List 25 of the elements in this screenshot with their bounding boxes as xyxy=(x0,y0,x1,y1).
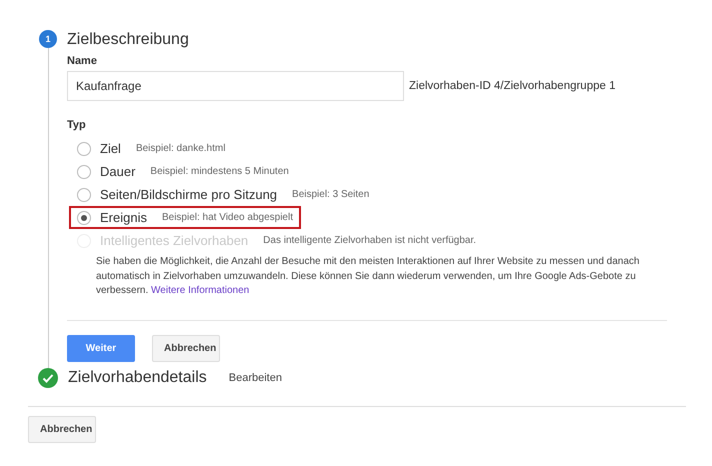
option-label: Seiten/Bildschirme pro Sitzung xyxy=(100,187,278,202)
radio-button[interactable] xyxy=(77,210,91,224)
radio-button[interactable] xyxy=(77,164,91,178)
step-title: Zielvorhabendetails xyxy=(68,368,207,386)
field-label: Name xyxy=(67,55,98,67)
cancel-button[interactable]: Abbrechen xyxy=(152,334,220,362)
field-label: Typ xyxy=(67,119,87,131)
option-label: Ereignis xyxy=(100,210,147,225)
cancel-button[interactable]: Abbrechen xyxy=(28,416,96,442)
description-text: Sie haben die Möglichkeit, die Anzahl der Besuche mit den meisten Interaktionen auf Ihrer Website zu messen und danach automatisch in Zielvorhaben umzuwandeln. Diese können Sie dann wiederum verwenden, um Ihre Google Ads-Gebote zu verbessern. Weitere Informationen xyxy=(96,255,640,298)
radio-button[interactable] xyxy=(77,188,91,202)
option-example: Beispiel: mindestens 5 Minuten xyxy=(150,166,289,177)
step-title: Zielbeschreibung xyxy=(67,31,190,49)
edit-link[interactable]: Bearbeiten xyxy=(228,372,282,384)
option-label: Dauer xyxy=(100,164,136,179)
more-info-link[interactable]: Weitere Informationen xyxy=(151,285,250,296)
option-example: Beispiel: hat Video abgespielt xyxy=(162,212,293,223)
step-number: 1 xyxy=(39,30,57,48)
name-input[interactable]: Kaufanfrage xyxy=(67,71,404,101)
radio-button[interactable] xyxy=(77,142,91,156)
goal-id-text: Zielvorhaben-ID 4/Zielvorhabengruppe 1 xyxy=(409,80,616,92)
option-example: Beispiel: danke.html xyxy=(136,143,226,154)
option-label: Ziel xyxy=(100,141,121,156)
option-example: Beispiel: 3 Seiten xyxy=(292,189,370,200)
option-example: Das intelligente Zielvorhaben ist nicht verfügbar. xyxy=(263,235,476,246)
